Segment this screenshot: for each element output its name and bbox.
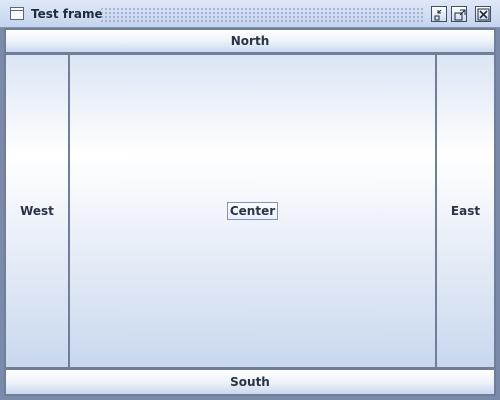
iconify-button[interactable]	[431, 6, 447, 22]
north-label: North	[230, 34, 270, 48]
center-label-wrapper: Center	[70, 202, 435, 220]
east-button[interactable]: East	[435, 53, 496, 369]
title-bar-drag-texture	[100, 7, 425, 23]
south-label: South	[230, 375, 270, 389]
south-button[interactable]: South	[4, 368, 496, 396]
west-label: West	[20, 204, 54, 218]
title-bar[interactable]: Test frame	[0, 0, 500, 28]
window-title: Test frame	[31, 7, 103, 21]
maximize-button[interactable]	[451, 6, 467, 22]
center-button[interactable]: Center	[68, 53, 437, 369]
north-button[interactable]: North	[4, 28, 496, 54]
east-label: East	[450, 204, 481, 218]
close-button[interactable]	[475, 6, 491, 22]
test-frame-window: Test frame North West Center East South	[0, 0, 500, 400]
window-icon	[10, 7, 24, 20]
center-label: Center	[226, 202, 279, 220]
west-button[interactable]: West	[4, 53, 70, 369]
